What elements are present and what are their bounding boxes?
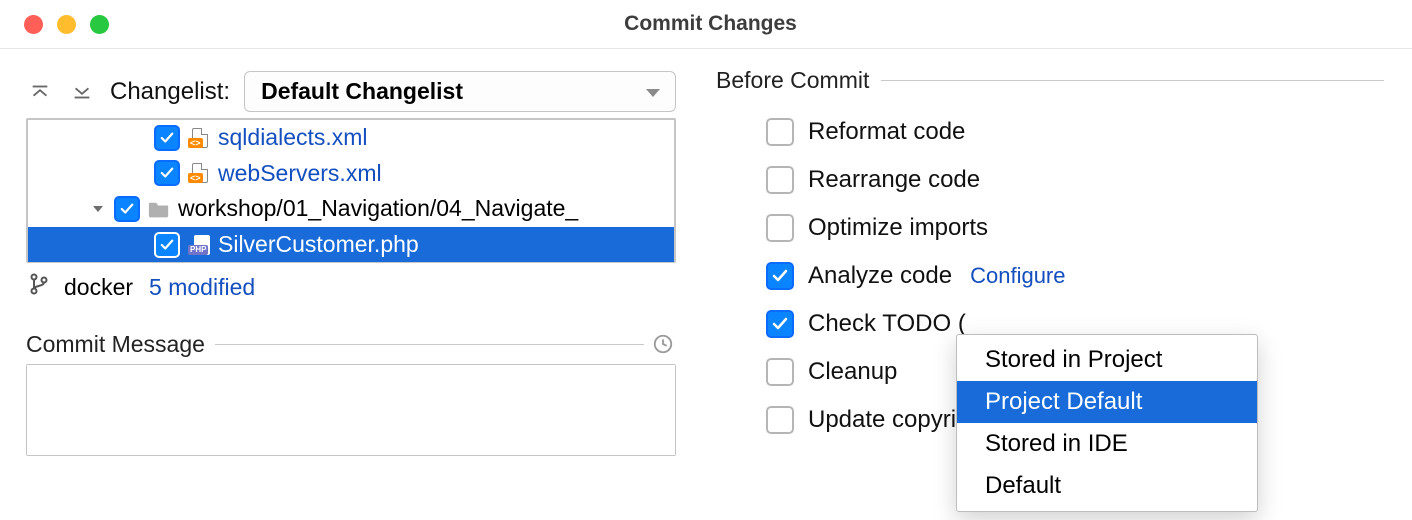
folder-icon (148, 199, 170, 219)
file-checkbox[interactable] (154, 232, 180, 258)
checkbox[interactable] (766, 310, 794, 338)
option-label: Check TODO ( (808, 310, 966, 338)
file-checkbox[interactable] (154, 160, 180, 186)
chevron-down-icon (645, 78, 661, 105)
changelist-selected: Default Changelist (261, 78, 463, 105)
option-label: Update copyri (808, 406, 956, 434)
popup-item-project-default[interactable]: Project Default (957, 381, 1257, 423)
xml-file-icon: <> (188, 163, 210, 183)
before-commit-header: Before Commit (716, 67, 1384, 94)
changelist-toolbar: Changelist: Default Changelist (26, 71, 686, 112)
checkbox[interactable] (766, 358, 794, 386)
file-name: webServers.xml (218, 160, 382, 188)
checkbox[interactable] (766, 406, 794, 434)
collapse-all-icon[interactable] (26, 78, 54, 106)
popup-item-default[interactable]: Default (957, 465, 1257, 507)
inspection-profile-popup: Stored in Project Project Default Stored… (956, 334, 1258, 512)
modified-count-link[interactable]: 5 modified (149, 274, 255, 301)
configure-link[interactable]: Configure (970, 263, 1065, 289)
commit-message-box (26, 364, 676, 456)
vcs-status-row: docker 5 modified (26, 263, 686, 301)
maximize-window-button[interactable] (90, 15, 109, 34)
xml-file-icon: <> (188, 128, 210, 148)
file-checkbox[interactable] (154, 125, 180, 151)
commit-message-input[interactable] (27, 365, 675, 455)
changed-files-tree[interactable]: <> sqldialects.xml <> webServers.xml (26, 118, 676, 263)
window-title: Commit Changes (109, 12, 1412, 36)
option-label: Cleanup (808, 358, 897, 386)
traffic-lights (0, 15, 109, 34)
checkbox[interactable] (766, 166, 794, 194)
changelist-dropdown[interactable]: Default Changelist (244, 71, 676, 112)
tree-folder-row[interactable]: workshop/01_Navigation/04_Navigate_ (28, 191, 674, 227)
option-analyze-code[interactable]: Analyze code Configure (716, 252, 1384, 300)
before-commit-label: Before Commit (716, 67, 869, 94)
option-reformat-code[interactable]: Reformat code (716, 108, 1384, 156)
file-name: sqldialects.xml (218, 124, 368, 152)
option-label: Analyze code (808, 262, 952, 290)
changelist-label: Changelist: (110, 78, 230, 106)
divider (215, 344, 644, 345)
folder-name: workshop/01_Navigation/04_Navigate_ (178, 195, 578, 223)
option-label: Reformat code (808, 118, 965, 146)
close-window-button[interactable] (24, 15, 43, 34)
branch-icon (30, 273, 48, 301)
checkbox[interactable] (766, 214, 794, 242)
minimize-window-button[interactable] (57, 15, 76, 34)
option-label: Rearrange code (808, 166, 980, 194)
divider (881, 80, 1384, 81)
history-icon[interactable] (652, 333, 676, 357)
checkbox[interactable] (766, 118, 794, 146)
tree-file-row[interactable]: <> sqldialects.xml (28, 120, 674, 156)
tree-file-row-selected[interactable]: PHP SilverCustomer.php (28, 227, 674, 263)
commit-message-label: Commit Message (26, 331, 205, 358)
file-name: SilverCustomer.php (218, 231, 419, 259)
commit-message-header: Commit Message (26, 331, 676, 358)
disclosure-chevron-icon[interactable] (90, 203, 106, 215)
checkbox[interactable] (766, 262, 794, 290)
folder-checkbox[interactable] (114, 196, 140, 222)
popup-item-stored-in-project[interactable]: Stored in Project (957, 339, 1257, 381)
popup-item-stored-in-ide[interactable]: Stored in IDE (957, 423, 1257, 465)
option-optimize-imports[interactable]: Optimize imports (716, 204, 1384, 252)
option-label: Optimize imports (808, 214, 988, 242)
expand-all-icon[interactable] (68, 78, 96, 106)
option-rearrange-code[interactable]: Rearrange code (716, 156, 1384, 204)
window-titlebar: Commit Changes (0, 0, 1412, 49)
php-file-icon: PHP (188, 235, 210, 255)
tree-file-row[interactable]: <> webServers.xml (28, 156, 674, 192)
branch-name: docker (64, 274, 133, 301)
